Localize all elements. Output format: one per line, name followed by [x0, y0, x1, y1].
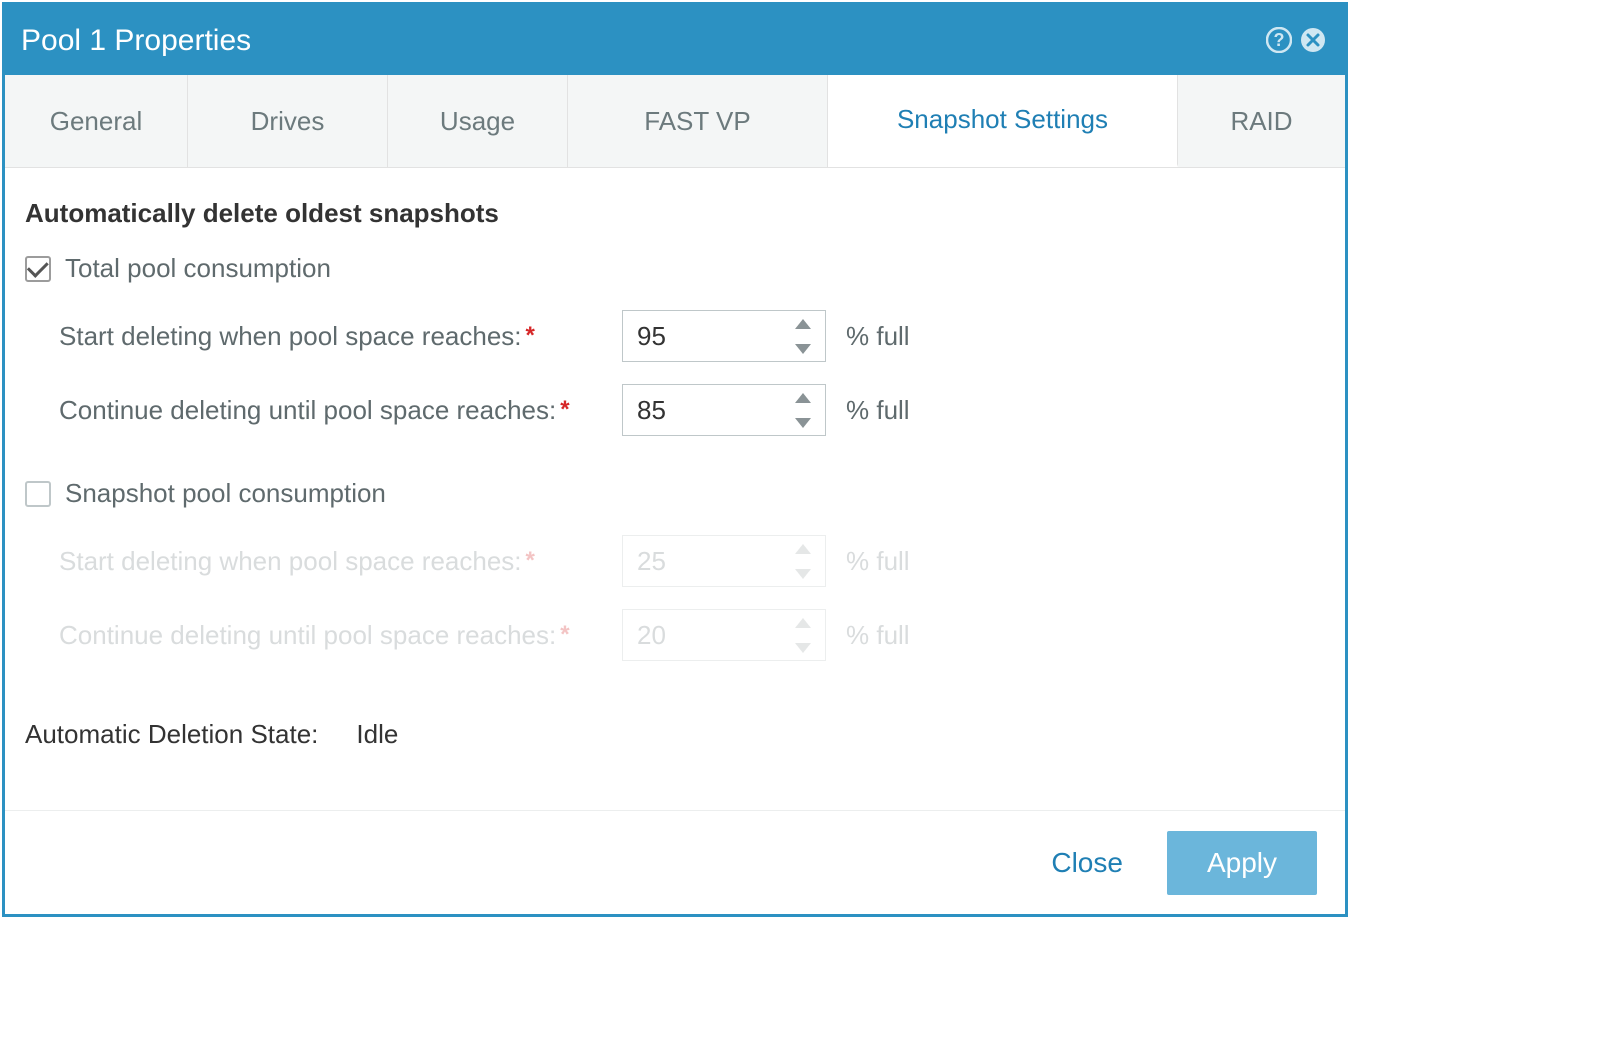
svg-text:?: ? [1274, 30, 1285, 50]
tab-drives[interactable]: Drives [188, 75, 388, 167]
stepper-up-icon [781, 536, 825, 561]
snapshot-pool-section: Snapshot pool consumption Start deleting… [25, 478, 1325, 661]
stepper-up-icon[interactable] [781, 385, 825, 410]
total-pool-checkbox[interactable] [25, 256, 51, 282]
total-continue-label: Continue deleting until pool space reach… [59, 395, 556, 426]
stepper-up-icon [781, 610, 825, 635]
snapshot-pool-checkbox[interactable] [25, 481, 51, 507]
tab-snapshot-settings[interactable]: Snapshot Settings [828, 75, 1178, 167]
snapshot-start-label: Start deleting when pool space reaches: [59, 546, 522, 577]
deletion-state-label: Automatic Deletion State: [25, 719, 318, 750]
total-start-row: Start deleting when pool space reaches: … [59, 310, 1325, 362]
snapshot-start-input [623, 536, 781, 586]
total-start-steppers [781, 311, 825, 361]
total-start-unit: % full [846, 321, 910, 352]
section-heading: Automatically delete oldest snapshots [25, 198, 1325, 229]
total-continue-spinner [622, 384, 826, 436]
tab-raid[interactable]: RAID [1178, 75, 1345, 167]
pool-properties-dialog: Pool 1 Properties ? General Drives Usage… [2, 2, 1348, 917]
snapshot-continue-spinner [622, 609, 826, 661]
stepper-down-icon [781, 561, 825, 586]
required-asterisk: * [526, 547, 535, 575]
snapshot-start-steppers [781, 536, 825, 586]
titlebar: Pool 1 Properties ? [5, 5, 1345, 75]
deletion-state-value: Idle [356, 719, 398, 750]
total-start-spinner [622, 310, 826, 362]
snapshot-start-spinner [622, 535, 826, 587]
tabs: General Drives Usage FAST VP Snapshot Se… [5, 75, 1345, 168]
required-asterisk: * [560, 621, 569, 649]
total-pool-checkbox-row: Total pool consumption [25, 253, 1325, 284]
dialog-footer: Close Apply [5, 810, 1345, 914]
stepper-down-icon[interactable] [781, 410, 825, 435]
total-continue-input[interactable] [623, 385, 781, 435]
total-continue-row: Continue deleting until pool space reach… [59, 384, 1325, 436]
snapshot-continue-label: Continue deleting until pool space reach… [59, 620, 556, 651]
total-pool-label: Total pool consumption [65, 253, 331, 284]
snapshot-continue-row: Continue deleting until pool space reach… [59, 609, 1325, 661]
total-continue-unit: % full [846, 395, 910, 426]
tab-fastvp[interactable]: FAST VP [568, 75, 828, 167]
stepper-down-icon[interactable] [781, 336, 825, 361]
total-start-input[interactable] [623, 311, 781, 361]
close-button[interactable]: Close [1035, 837, 1139, 889]
titlebar-icons: ? [1265, 26, 1327, 54]
snapshot-pool-label: Snapshot pool consumption [65, 478, 386, 509]
required-asterisk: * [560, 396, 569, 424]
apply-button[interactable]: Apply [1167, 831, 1317, 895]
snapshot-start-unit: % full [846, 546, 910, 577]
stepper-down-icon [781, 635, 825, 660]
snapshot-continue-unit: % full [846, 620, 910, 651]
help-icon[interactable]: ? [1265, 26, 1293, 54]
dialog-title: Pool 1 Properties [19, 22, 1265, 58]
snapshot-settings-panel: Automatically delete oldest snapshots To… [5, 168, 1345, 810]
total-pool-section: Total pool consumption Start deleting wh… [25, 253, 1325, 436]
snapshot-pool-checkbox-row: Snapshot pool consumption [25, 478, 1325, 509]
snapshot-continue-input [623, 610, 781, 660]
snapshot-continue-steppers [781, 610, 825, 660]
total-continue-steppers [781, 385, 825, 435]
required-asterisk: * [526, 322, 535, 350]
stepper-up-icon[interactable] [781, 311, 825, 336]
total-start-label: Start deleting when pool space reaches: [59, 321, 522, 352]
tab-usage[interactable]: Usage [388, 75, 568, 167]
snapshot-start-row: Start deleting when pool space reaches: … [59, 535, 1325, 587]
tab-general[interactable]: General [5, 75, 188, 167]
deletion-state-row: Automatic Deletion State: Idle [25, 719, 1325, 750]
close-icon[interactable] [1299, 26, 1327, 54]
